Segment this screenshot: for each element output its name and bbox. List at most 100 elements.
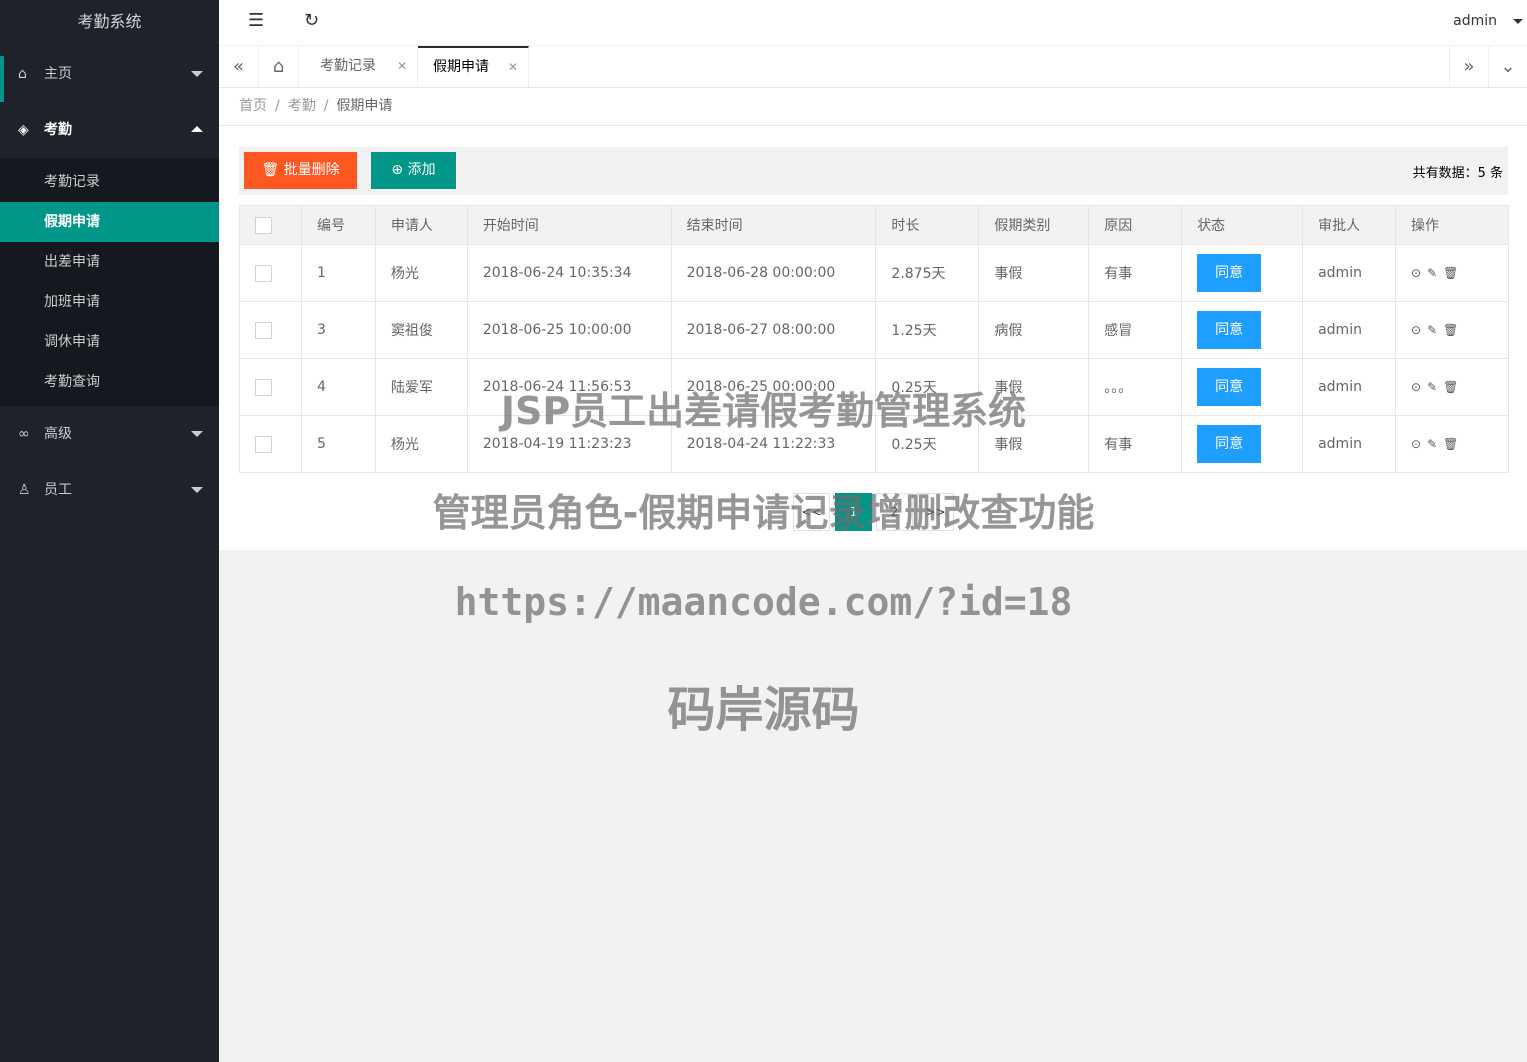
cell-type: 事假 [978, 415, 1090, 473]
attendance-submenu: 考勤记录 假期申请 出差申请 加班申请 调休申请 考勤查询 [0, 158, 219, 406]
cell-type: 事假 [978, 358, 1090, 416]
cell-approver: admin [1302, 358, 1397, 416]
table-header-row: 编号 申请人 开始时间 结束时间 时长 假期类别 原因 状态 审批人 操作 [239, 205, 1509, 245]
close-icon[interactable]: ✕ [508, 48, 518, 87]
breadcrumb-home[interactable]: 首页 [239, 98, 267, 114]
trash-icon[interactable]: 🗑 [1443, 266, 1458, 280]
breadcrumb-separator: / [275, 98, 280, 114]
nav-item-label: 主页 [44, 66, 72, 82]
cell-start: 2018-06-24 11:56:53 [466, 358, 672, 416]
leave-table: 编号 申请人 开始时间 结束时间 时长 假期类别 原因 状态 审批人 操作 1 … [239, 205, 1509, 473]
nav-item-label: 考勤 [44, 122, 72, 138]
breadcrumb-current: 假期申请 [336, 98, 393, 114]
menu-toggle-icon[interactable]: ☰ [248, 10, 264, 31]
cell-type: 病假 [978, 301, 1090, 359]
home-tab-icon[interactable]: ⌂ [259, 46, 299, 87]
nav-item-staff[interactable]: ♙ 员工 [0, 462, 219, 518]
column-header: 开始时间 [466, 205, 672, 245]
nav-item-advanced[interactable]: ∞ 高级 [0, 406, 219, 462]
cell-approver: admin [1302, 301, 1397, 359]
chevron-down-icon [191, 431, 203, 437]
cell-duration: 2.875天 [875, 244, 980, 302]
nav-item-home[interactable]: ⌂ 主页 [0, 46, 219, 102]
column-header: 状态 [1181, 205, 1304, 245]
cell-reason: 有事 [1088, 415, 1183, 473]
download-icon[interactable]: ⊙ [1411, 380, 1421, 394]
cell-applicant: 陆爱军 [374, 358, 468, 416]
table-row: 3 窦祖俊 2018-06-25 10:00:00 2018-06-27 08:… [239, 301, 1509, 359]
cell-id: 3 [300, 301, 376, 359]
cell-applicant: 杨光 [374, 415, 468, 473]
tabs-scroll-left-icon[interactable]: « [219, 46, 259, 87]
cell-duration: 1.25天 [875, 301, 980, 359]
breadcrumb-separator: / [323, 98, 329, 114]
cell-reason: 感冒 [1088, 301, 1183, 359]
nav-item-attendance[interactable]: ◈ 考勤 [0, 102, 219, 158]
cell-end: 2018-06-25 00:00:00 [670, 358, 877, 416]
add-button[interactable]: ⊕ 添加 [371, 152, 456, 189]
link-icon: ∞ [18, 426, 30, 442]
chevron-down-icon [191, 487, 203, 493]
toolbar: 🗑 批量删除 ⊕ 添加 共有数据：5 条 [239, 147, 1508, 195]
edit-icon[interactable]: ✎ [1427, 266, 1437, 280]
status-approve-button[interactable]: 同意 [1197, 368, 1262, 406]
tab-leave-application[interactable]: 假期申请 ✕ [418, 46, 529, 87]
chevron-up-icon [191, 126, 203, 132]
edit-icon[interactable]: ✎ [1427, 323, 1437, 337]
cell-id: 5 [300, 415, 376, 473]
cell-applicant: 窦祖俊 [374, 301, 468, 359]
cell-approver: admin [1302, 415, 1397, 473]
tab-label: 假期申请 [433, 59, 489, 75]
user-menu[interactable]: admin [1453, 13, 1497, 29]
sub-item-attendance-records[interactable]: 考勤记录 [0, 162, 219, 202]
row-checkbox[interactable] [255, 435, 272, 453]
sub-item-compensatory-leave[interactable]: 调休申请 [0, 322, 219, 362]
breadcrumb-section[interactable]: 考勤 [288, 98, 316, 114]
batch-delete-button[interactable]: 🗑 批量删除 [244, 152, 357, 189]
download-icon[interactable]: ⊙ [1411, 323, 1421, 337]
table-row: 5 杨光 2018-04-19 11:23:23 2018-04-24 11:2… [239, 415, 1509, 473]
status-approve-button[interactable]: 同意 [1197, 311, 1262, 349]
sub-item-attendance-query[interactable]: 考勤查询 [0, 362, 219, 402]
row-checkbox[interactable] [255, 321, 272, 339]
watermark-url: https://maancode.com/?id=18 [454, 580, 1073, 624]
edit-icon[interactable]: ✎ [1427, 380, 1437, 394]
download-icon[interactable]: ⊙ [1411, 437, 1421, 451]
sub-item-business-trip[interactable]: 出差申请 [0, 242, 219, 282]
column-header: 假期类别 [978, 205, 1090, 245]
row-checkbox[interactable] [255, 378, 272, 396]
trash-icon[interactable]: 🗑 [1443, 380, 1458, 394]
status-approve-button[interactable]: 同意 [1197, 425, 1262, 463]
top-header: ☰ ↻ admin [219, 0, 1527, 46]
close-icon[interactable]: ✕ [397, 46, 407, 87]
cell-start: 2018-04-19 11:23:23 [466, 415, 672, 473]
user-icon: ♙ [18, 482, 31, 498]
cell-end: 2018-04-24 11:22:33 [670, 415, 877, 473]
pager-next[interactable]: >> [917, 493, 954, 531]
status-approve-button[interactable]: 同意 [1197, 254, 1262, 292]
tab-label: 考勤记录 [320, 58, 376, 74]
breadcrumb: 首页 / 考勤 / 假期申请 [219, 88, 1527, 126]
trash-icon[interactable]: 🗑 [1443, 437, 1458, 451]
chevron-down-icon[interactable] [1513, 19, 1523, 24]
tabs-dropdown-icon[interactable]: ⌄ [1488, 46, 1527, 87]
cell-id: 4 [300, 358, 376, 416]
sub-item-overtime[interactable]: 加班申请 [0, 282, 219, 322]
tabs-scroll-right-icon[interactable]: » [1449, 46, 1488, 87]
select-all-cell [239, 205, 302, 245]
select-all-checkbox[interactable] [255, 216, 272, 234]
sub-item-leave-application[interactable]: 假期申请 [0, 202, 219, 242]
add-label: 添加 [407, 162, 436, 178]
pager-prev[interactable]: << [793, 493, 830, 531]
tab-attendance-records[interactable]: 考勤记录 ✕ [305, 46, 418, 87]
cell-reason: 有事 [1088, 244, 1183, 302]
pager-page[interactable]: 2 [876, 493, 913, 531]
refresh-icon[interactable]: ↻ [304, 10, 319, 31]
cell-duration: 0.25天 [875, 415, 980, 473]
edit-icon[interactable]: ✎ [1427, 437, 1437, 451]
trash-icon[interactable]: 🗑 [1443, 323, 1458, 337]
download-icon[interactable]: ⊙ [1411, 266, 1421, 280]
column-header: 结束时间 [670, 205, 877, 245]
pager-page[interactable]: 1 [835, 493, 872, 531]
row-checkbox[interactable] [255, 264, 272, 282]
